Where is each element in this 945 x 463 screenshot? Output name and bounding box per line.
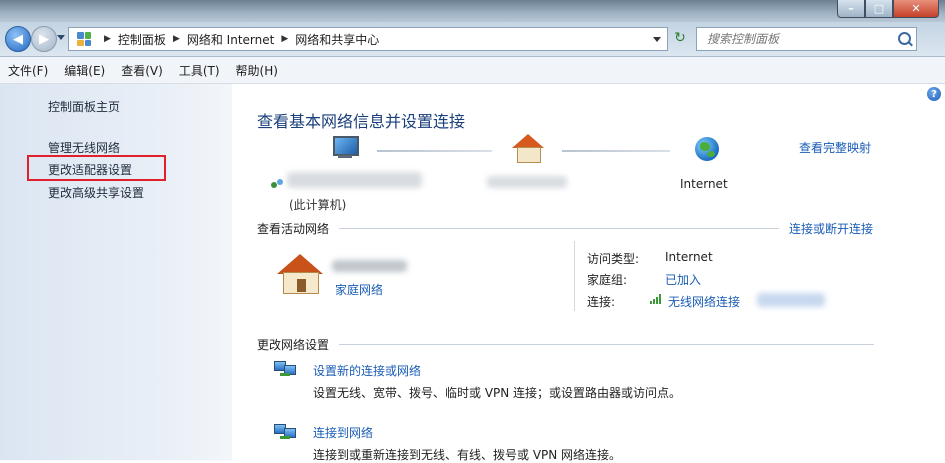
minimize-button[interactable]: – — [837, 0, 865, 18]
access-type-label: 访问类型: — [587, 252, 640, 266]
change-settings-heading: 更改网络设置 — [257, 338, 330, 352]
help-icon[interactable]: ? — [927, 87, 941, 101]
address-dropdown-icon[interactable] — [653, 36, 661, 42]
address-bar[interactable]: ▶ 控制面板 ▶ 网络和 Internet ▶ 网络和共享中心 — [68, 27, 668, 51]
sidebar-change-adapter-settings[interactable]: 更改适配器设置 — [48, 161, 132, 178]
redacted-computer-name — [287, 172, 422, 188]
setup-new-connection-link[interactable]: 设置新的连接或网络 — [313, 362, 421, 379]
this-computer-label: (此计算机) — [289, 198, 347, 212]
breadcrumb-network-sharing-center[interactable]: 网络和共享中心 — [295, 31, 379, 48]
connect-disconnect-link[interactable]: 连接或断开连接 — [789, 220, 873, 237]
homegroup-label: 家庭组: — [587, 273, 628, 287]
network-adapter-icon — [271, 179, 285, 189]
internet-label: Internet — [680, 177, 728, 191]
breadcrumb-control-panel[interactable]: 控制面板 — [118, 31, 166, 48]
menu-edit[interactable]: 编辑(E) — [56, 62, 113, 79]
homegroup-link[interactable]: 已加入 — [665, 271, 701, 288]
wireless-connection-link[interactable]: 无线网络连接 — [668, 293, 740, 310]
maximize-button[interactable]: □ — [865, 0, 893, 18]
menu-tools[interactable]: 工具(T) — [171, 62, 228, 79]
vertical-divider — [574, 241, 575, 311]
sidebar: 控制面板主页 管理无线网络 更改适配器设置 更改高级共享设置 — [0, 84, 232, 460]
breadcrumb-arrow-icon[interactable]: ▶ — [104, 34, 111, 44]
close-button[interactable]: ✕ — [893, 0, 939, 18]
network-house-icon — [512, 134, 544, 163]
search-box — [696, 27, 917, 51]
search-input[interactable] — [705, 31, 889, 47]
signal-bars-icon — [650, 294, 664, 304]
main-content: ? 查看基本网络信息并设置连接 查看完整映射 (此计算机) Internet 查… — [232, 84, 945, 462]
access-type-value: Internet — [665, 250, 713, 264]
network-sharing-center-window: – □ ✕ ◀ ▶ ▶ 控制面板 ▶ 网络和 Internet ▶ 网络和共享中… — [0, 0, 945, 462]
setup-new-connection-desc: 设置无线、宽带、拨号、临时或 VPN 连接；或设置路由器或访问点。 — [313, 386, 682, 400]
connect-to-network-link[interactable]: 连接到网络 — [313, 424, 373, 441]
search-icon[interactable] — [898, 32, 911, 45]
window-controls: – □ ✕ — [837, 0, 939, 18]
connect-to-network-desc: 连接到或重新连接到无线、有线、拨号或 VPN 网络连接。 — [313, 448, 622, 462]
redacted-network-name — [487, 176, 567, 188]
page-title: 查看基本网络信息并设置连接 — [257, 112, 466, 131]
sidebar-advanced-sharing[interactable]: 更改高级共享设置 — [48, 184, 144, 201]
menu-view[interactable]: 查看(V) — [113, 62, 171, 79]
network-line — [377, 150, 492, 152]
redacted-ssid — [757, 293, 825, 307]
active-networks-heading: 查看活动网络 — [257, 222, 330, 236]
menu-file[interactable]: 文件(F) — [0, 62, 56, 79]
sidebar-manage-wireless[interactable]: 管理无线网络 — [48, 139, 120, 156]
sidebar-control-panel-home[interactable]: 控制面板主页 — [48, 98, 120, 115]
home-network-link[interactable]: 家庭网络 — [335, 281, 383, 298]
breadcrumb-arrow-icon[interactable]: ▶ — [173, 34, 180, 44]
section-divider — [339, 228, 779, 229]
recent-pages-dropdown-icon[interactable] — [57, 35, 65, 40]
new-connection-icon — [274, 361, 296, 381]
title-bar: – □ ✕ — [0, 0, 945, 22]
refresh-button[interactable]: ↻ — [668, 27, 692, 49]
connection-label: 连接: — [587, 295, 616, 309]
menu-bar: 文件(F) 编辑(E) 查看(V) 工具(T) 帮助(H) — [0, 57, 945, 84]
section-divider — [339, 344, 874, 345]
back-button[interactable]: ◀ — [5, 26, 31, 52]
home-network-icon — [277, 254, 323, 294]
breadcrumb-network-internet[interactable]: 网络和 Internet — [187, 31, 274, 48]
view-full-map-link[interactable]: 查看完整映射 — [799, 139, 871, 156]
address-row: ◀ ▶ ▶ 控制面板 ▶ 网络和 Internet ▶ 网络和共享中心 ↻ — [0, 22, 945, 57]
menu-help[interactable]: 帮助(H) — [228, 62, 286, 79]
network-line — [562, 150, 670, 152]
computer-icon — [329, 136, 359, 160]
connect-network-icon — [274, 424, 296, 444]
internet-globe-icon — [695, 137, 719, 161]
redacted-network-name — [332, 260, 407, 272]
forward-button[interactable]: ▶ — [31, 26, 57, 52]
control-panel-icon — [77, 32, 91, 46]
breadcrumb-arrow-icon[interactable]: ▶ — [281, 34, 288, 44]
